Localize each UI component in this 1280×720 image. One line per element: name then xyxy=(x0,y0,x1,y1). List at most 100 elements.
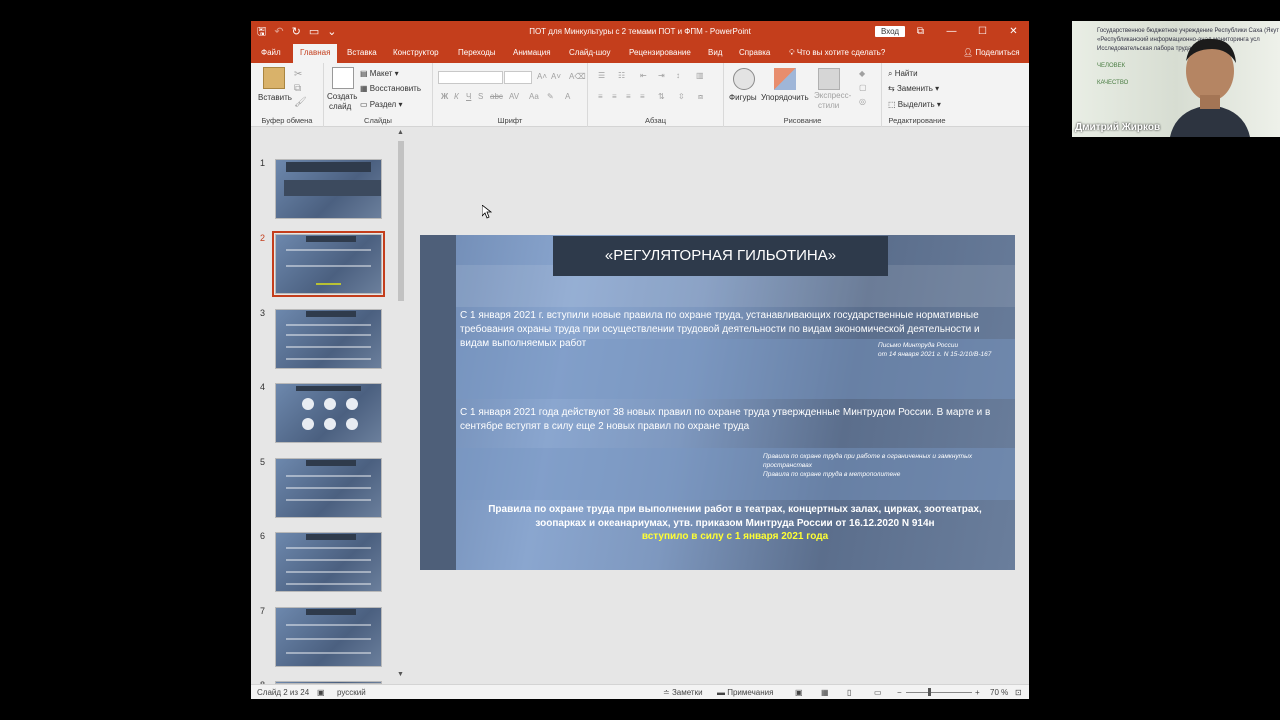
highlight-icon[interactable]: ✎ xyxy=(547,92,554,101)
shapes-icon[interactable] xyxy=(733,68,755,90)
zoom-slider-track[interactable] xyxy=(906,692,972,693)
scroll-up-icon[interactable]: ▲ xyxy=(397,129,404,136)
tab-animations[interactable]: Анимация xyxy=(513,48,551,57)
slide-thumbnail-3[interactable] xyxy=(275,309,382,369)
select-button[interactable]: ⬚ Выделить ▾ xyxy=(888,100,941,109)
smartart-icon[interactable]: ⧈ xyxy=(698,92,703,102)
notes-button[interactable]: ≐ Заметки xyxy=(663,688,703,697)
slide-paragraph-3[interactable]: Правила по охране труда при выполнении р… xyxy=(470,503,1000,531)
tab-help[interactable]: Справка xyxy=(739,48,770,57)
line-spacing-icon[interactable]: ↕ xyxy=(676,71,680,80)
tab-insert[interactable]: Вставка xyxy=(347,48,377,57)
edit-area-scrollbar[interactable] xyxy=(1022,127,1029,684)
tab-slideshow[interactable]: Слайд-шоу xyxy=(569,48,610,57)
increase-font-icon[interactable]: A˄ xyxy=(537,72,547,81)
underline-icon[interactable]: Ч xyxy=(466,92,471,101)
zoom-level[interactable]: 70 % xyxy=(990,688,1008,697)
slide-thumbnail-6[interactable] xyxy=(275,532,382,592)
tab-file[interactable]: Файл xyxy=(261,48,281,57)
tab-transitions[interactable]: Переходы xyxy=(458,48,496,57)
fit-slide-icon[interactable]: ⊡ xyxy=(1015,688,1022,697)
format-painter-icon[interactable]: 🖌︎ xyxy=(294,97,307,108)
bullets-icon[interactable]: ☰ xyxy=(598,71,605,80)
spellcheck-icon[interactable]: ▣ xyxy=(317,688,325,697)
shape-effects-icon[interactable]: ◎ xyxy=(859,97,866,106)
comments-button[interactable]: ▬ Примечания xyxy=(717,688,773,697)
maximize-button[interactable]: ☐ xyxy=(967,21,998,43)
scroll-down-icon[interactable]: ▼ xyxy=(397,671,404,678)
tab-home[interactable]: Главная xyxy=(293,44,338,63)
justify-icon[interactable]: ≡ xyxy=(640,92,645,101)
tab-view[interactable]: Вид xyxy=(708,48,722,57)
section-button[interactable]: ▭ Раздел ▾ xyxy=(360,100,402,109)
slideshow-view-icon[interactable]: ▭ xyxy=(874,688,882,697)
ribbon-display-icon[interactable]: ⧉ xyxy=(905,21,936,43)
signin-button[interactable]: Вход xyxy=(875,26,906,37)
slide-reference-2[interactable]: Правила по охране труда при работе в огр… xyxy=(763,452,1013,479)
minimize-button[interactable]: — xyxy=(936,21,967,43)
decrease-font-icon[interactable]: A˅ xyxy=(551,72,561,81)
slide-thumbnail-4[interactable] xyxy=(275,383,382,443)
new-slide-button-line1[interactable]: Создать xyxy=(327,92,357,101)
slide-title[interactable]: «РЕГУЛЯТОРНАЯ ГИЛЬОТИНА» xyxy=(553,236,888,276)
italic-icon[interactable]: К xyxy=(454,92,459,101)
shape-outline-icon[interactable]: ▢ xyxy=(859,83,867,92)
thumbnail-scrollbar[interactable]: ▲ ▼ xyxy=(396,129,406,679)
align-text-icon[interactable]: ⇳ xyxy=(678,92,685,101)
bold-icon[interactable]: Ж xyxy=(441,92,448,101)
quick-styles-button-line1[interactable]: Экспресс- xyxy=(814,91,851,100)
char-spacing-icon[interactable]: AV xyxy=(509,92,519,101)
slide-sorter-icon[interactable]: ▦ xyxy=(821,688,829,697)
slide-highlight-text[interactable]: вступило в силу с 1 января 2021 года xyxy=(470,531,1000,542)
scrollbar-thumb[interactable] xyxy=(398,141,404,301)
new-slide-icon[interactable] xyxy=(332,67,354,89)
quick-styles-button-line2[interactable]: стили xyxy=(818,101,839,110)
new-slide-button-line2[interactable]: слайд xyxy=(329,102,351,111)
align-center-icon[interactable]: ≡ xyxy=(612,92,617,101)
slide-thumbnail-5[interactable] xyxy=(275,458,382,518)
slide-reference-1[interactable]: Письмо Минтруда России от 14 января 2021… xyxy=(878,341,1008,359)
columns-icon[interactable]: ▥ xyxy=(696,71,704,80)
align-left-icon[interactable]: ≡ xyxy=(598,92,603,101)
align-right-icon[interactable]: ≡ xyxy=(626,92,631,101)
paste-button[interactable]: Вставить xyxy=(258,93,292,102)
change-case-icon[interactable]: Aa xyxy=(529,92,539,101)
tab-review[interactable]: Рецензирование xyxy=(629,48,691,57)
arrange-icon[interactable] xyxy=(774,68,796,90)
find-button[interactable]: ⌕ Найти xyxy=(888,69,918,79)
font-color-icon[interactable]: A xyxy=(565,92,570,101)
tell-me-search[interactable]: 💡︎ Что вы хотите сделать? xyxy=(789,48,885,58)
font-family-select[interactable] xyxy=(438,71,503,84)
slide-paragraph-2[interactable]: С 1 января 2021 года действуют 38 новых … xyxy=(460,406,1010,434)
shadow-icon[interactable]: S xyxy=(478,92,483,101)
slide-thumbnail-1[interactable] xyxy=(275,159,382,219)
reading-view-icon[interactable]: ▯ xyxy=(847,688,851,697)
close-button[interactable]: ✕ xyxy=(998,21,1029,43)
quick-styles-icon[interactable] xyxy=(818,68,840,90)
tab-design[interactable]: Конструктор xyxy=(393,48,439,57)
text-direction-icon[interactable]: ⇅ xyxy=(658,92,665,101)
strikethrough-icon[interactable]: abc xyxy=(490,92,503,101)
share-button[interactable]: 👤︎ Поделиться xyxy=(963,48,1020,57)
normal-view-icon[interactable]: ▣ xyxy=(795,688,803,697)
language-indicator[interactable]: русский xyxy=(337,688,366,697)
zoom-slider-handle[interactable] xyxy=(928,688,931,696)
slide-thumbnail-7[interactable] xyxy=(275,607,382,667)
zoom-out-icon[interactable]: − xyxy=(897,688,902,697)
layout-button[interactable]: ▤ Макет ▾ xyxy=(360,69,399,78)
arrange-button[interactable]: Упорядочить xyxy=(761,93,809,102)
cut-icon[interactable]: ✂ xyxy=(294,69,302,80)
decrease-indent-icon[interactable]: ⇤ xyxy=(640,71,647,80)
shape-fill-icon[interactable]: ◆ xyxy=(859,69,865,78)
replace-button[interactable]: ⇆ Заменить ▾ xyxy=(888,84,939,93)
reset-button[interactable]: ▦ Восстановить xyxy=(360,84,421,93)
clear-format-icon[interactable]: A⌫ xyxy=(569,72,586,81)
numbering-icon[interactable]: ☷ xyxy=(618,71,625,80)
zoom-in-icon[interactable]: + xyxy=(975,688,980,697)
shapes-button[interactable]: Фигуры xyxy=(729,93,757,102)
paste-icon[interactable] xyxy=(263,67,285,89)
increase-indent-icon[interactable]: ⇥ xyxy=(658,71,665,80)
font-size-select[interactable] xyxy=(504,71,532,84)
copy-icon[interactable]: ⧉ xyxy=(294,83,301,94)
current-slide[interactable]: «РЕГУЛЯТОРНАЯ ГИЛЬОТИНА» С 1 января 2021… xyxy=(420,235,1015,570)
